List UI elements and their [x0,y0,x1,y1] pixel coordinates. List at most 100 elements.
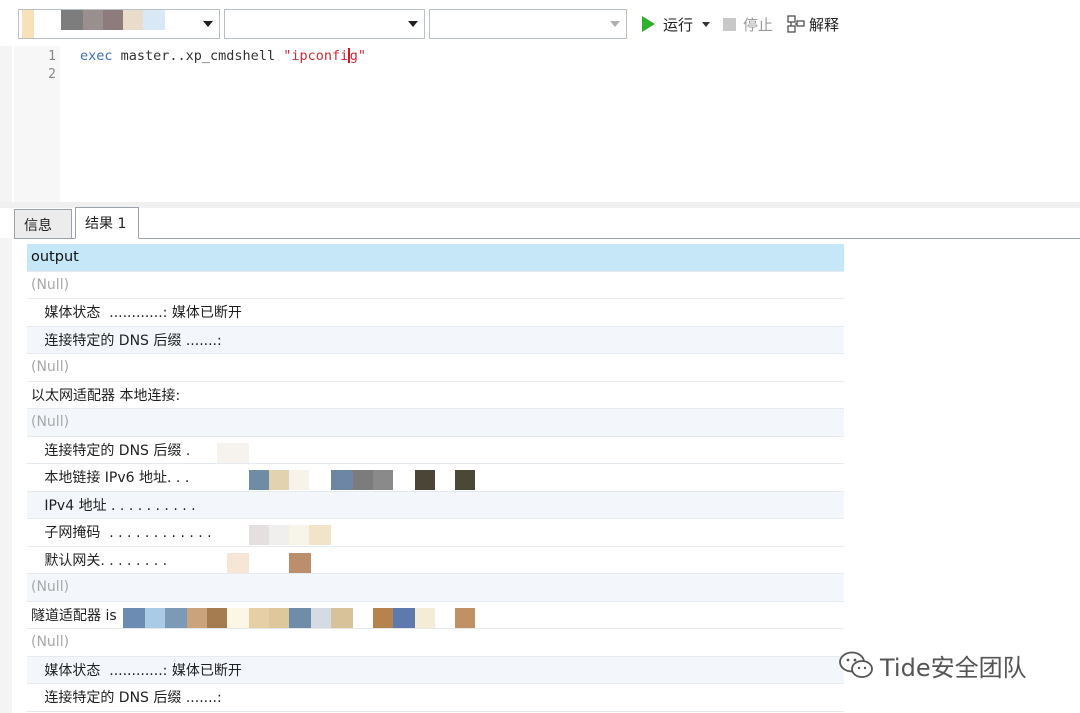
cell-value: (Null) [31,414,70,431]
cell-value: 默认网关. . . . . . . . [31,552,168,569]
redacted-block [207,607,227,628]
redacted-block [249,525,269,545]
cell-value: 子网掩码 . . . . . . . . . . . . [31,525,212,542]
editor-left-border [0,46,12,202]
redacted-block [269,607,289,628]
run-label: 运行 [663,15,694,34]
table-row[interactable]: 本地链接 IPv6 地址. . . [27,464,844,492]
redacted-block [269,525,289,545]
redacted-block [311,607,331,628]
redacted-block [331,470,353,490]
redacted-block [187,607,207,628]
cell-value: 以太网适配器 本地连接: [31,387,181,404]
sql-string: "ipconfi g" [283,48,366,64]
sql-keyword: exec [80,48,113,64]
stop-label: 停止 [743,15,774,34]
table-row[interactable]: (Null) [27,272,844,299]
cell-value: 本地链接 IPv6 地址. . . [31,470,190,487]
run-button[interactable]: 运行 [642,10,711,38]
cell-value: (Null) [31,276,70,293]
sql-identifier: master..xp_cmdshell [112,48,284,64]
cell-value: (Null) [31,359,70,376]
cell-value: 隧道适配器 is [31,607,117,624]
cell-value: 媒体状态 ............: 媒体已断开 [31,305,242,322]
column-header-output[interactable]: output [27,244,844,272]
redacted-block [289,470,309,490]
redacted-block [373,607,393,628]
redacted-block [415,607,435,628]
result-tabbar: 信息 结果 1 [14,207,1080,239]
cell-value: (Null) [31,634,70,651]
table-row[interactable]: 连接特定的 DNS 后缀 .......: [27,326,844,354]
redacted-block [269,470,289,490]
redacted-block [455,607,475,628]
tab-info[interactable]: 信息 [14,209,72,239]
cell-value: IPv4 地址 . . . . . . . . . . [31,497,196,514]
redacted-block [83,10,103,30]
redacted-block [227,607,249,628]
redacted-block [165,607,187,628]
stop-icon [723,17,736,31]
result-grid[interactable]: output (Null) 媒体状态 ............: 媒体已断开 连… [27,244,844,712]
tab-result-1-label: 结果 1 [85,216,127,232]
redacted-block [61,10,83,30]
table-row[interactable]: 子网掩码 . . . . . . . . . . . . [27,519,844,547]
toolbar: 运行 停止 解释 [0,0,1080,46]
table-row[interactable]: 媒体状态 ............: 媒体已断开 [27,299,844,327]
cell-value: 媒体状态 ............: 媒体已断开 [31,662,242,679]
redacted-block [309,525,331,545]
tab-info-label: 信息 [24,218,52,234]
cell-value: 连接特定的 DNS 后缀 . : [31,442,227,459]
connection-select[interactable] [18,9,220,39]
cell-value: 连接特定的 DNS 后缀 .......: [31,690,222,707]
redacted-connection-name [22,10,34,38]
line-number: 1 [48,49,56,64]
wechat-icon [839,651,873,678]
redacted-block [123,10,143,30]
table-row[interactable]: (Null) [27,574,844,602]
code-line-1[interactable]: exec master..xp_cmdshell "ipconfi g" [80,48,366,64]
redacted-block [415,470,435,490]
redacted-block [289,607,311,628]
explain-button[interactable]: 解释 [787,10,839,38]
redacted-block [143,10,165,30]
watermark: Tide安全团队 [838,647,1027,683]
sql-string-part: g" [349,48,366,64]
table-row[interactable]: (Null) [27,409,844,437]
explain-label: 解释 [809,15,840,34]
table-row[interactable]: IPv4 地址 . . . . . . . . . . [27,491,844,519]
stop-button[interactable]: 停止 [723,10,773,38]
redacted-block [217,442,249,463]
run-dropdown-chevron-icon[interactable] [702,21,711,27]
sql-editor[interactable]: 1 2 exec master..xp_cmdshell "ipconfi g" [14,46,1080,202]
redacted-block [289,525,309,545]
redacted-block [103,10,123,30]
chevron-down-icon[interactable] [203,21,213,27]
table-row[interactable]: 连接特定的 DNS 后缀 .......: [27,684,844,712]
redacted-block [373,470,393,490]
redacted-block [331,607,353,628]
redacted-block [249,607,269,628]
explain-plan-icon [787,15,805,33]
table-row[interactable]: 以太网适配器 本地连接: [27,382,844,409]
grid-left-border [0,238,12,713]
table-row[interactable]: 连接特定的 DNS 后缀 . : [27,437,844,464]
tab-result-1[interactable]: 结果 1 [75,207,139,239]
redacted-block [393,607,415,628]
table-row[interactable]: (Null) [27,629,844,657]
table-row[interactable]: 隧道适配器 is [27,602,844,629]
redacted-block [249,470,269,490]
table-row[interactable]: 默认网关. . . . . . . . [27,547,844,574]
cell-value: (Null) [31,579,70,596]
chevron-down-icon [610,21,620,27]
redacted-block [145,607,165,628]
chevron-down-icon[interactable] [408,21,418,27]
table-row[interactable]: (Null) [27,354,844,382]
watermark-text: Tide安全团队 [880,653,1027,682]
schema-select[interactable] [429,9,627,39]
redacted-block [353,470,373,490]
table-row[interactable]: 媒体状态 ............: 媒体已断开 [27,656,844,684]
play-icon [642,16,655,32]
database-select[interactable] [224,9,425,39]
cell-value: 连接特定的 DNS 后缀 .......: [31,332,222,349]
